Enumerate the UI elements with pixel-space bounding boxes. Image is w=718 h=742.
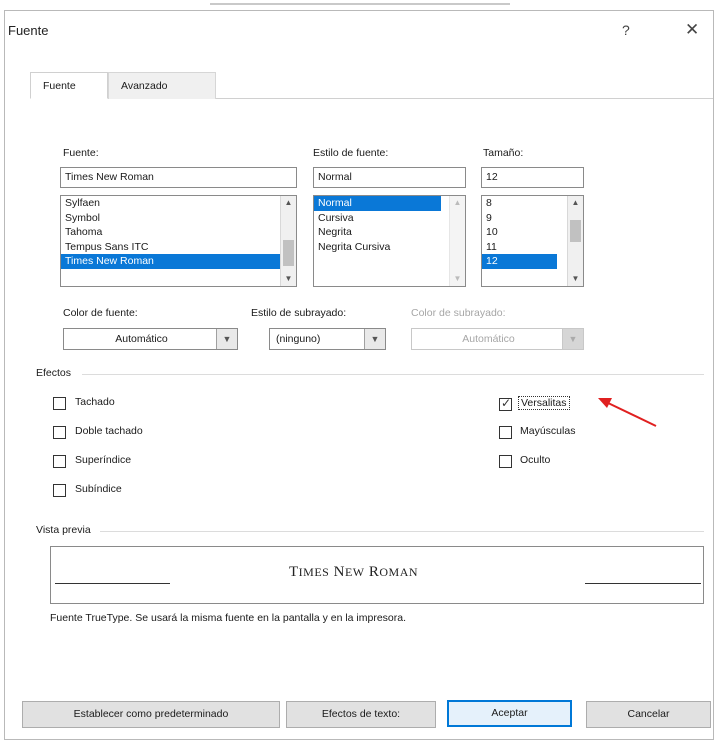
- list-item[interactable]: Negrita Cursiva: [314, 240, 465, 255]
- size-list-scrollbar[interactable]: ▲ ▼: [567, 196, 583, 286]
- size-input[interactable]: 12: [481, 167, 584, 188]
- ok-button[interactable]: Aceptar: [447, 700, 572, 727]
- checkmark-icon: ✓: [501, 396, 512, 410]
- set-default-button[interactable]: Establecer como predeterminado: [22, 701, 280, 728]
- top-strip-bar: [210, 3, 510, 5]
- chevron-down-icon[interactable]: ▼: [450, 272, 465, 286]
- font-color-label: Color de fuente:: [63, 307, 138, 319]
- all-caps-label[interactable]: Mayúsculas: [520, 425, 575, 437]
- help-button[interactable]: ?: [622, 22, 630, 38]
- font-input[interactable]: Times New Roman: [60, 167, 297, 188]
- tab-avanzado[interactable]: Avanzado: [108, 72, 216, 99]
- list-item-selected[interactable]: 12: [482, 254, 557, 269]
- preview-left-line: [55, 583, 170, 584]
- double-strikethrough-label[interactable]: Doble tachado: [75, 425, 143, 437]
- underline-color-dropdown: Automático ▼: [411, 328, 584, 350]
- size-list[interactable]: 8 9 10 11 12 ▲ ▼: [481, 195, 584, 287]
- style-list[interactable]: Normal Cursiva Negrita Negrita Cursiva ▲…: [313, 195, 466, 287]
- list-item[interactable]: Cursiva: [314, 211, 465, 226]
- list-item[interactable]: Sylfaen: [61, 196, 296, 211]
- list-item-selected[interactable]: Normal: [314, 196, 441, 211]
- red-arrow-icon: [598, 398, 657, 427]
- chevron-up-icon[interactable]: ▲: [281, 196, 296, 210]
- dialog-frame: [4, 10, 714, 740]
- list-item[interactable]: Negrita: [314, 225, 465, 240]
- chevron-up-icon[interactable]: ▲: [450, 196, 465, 210]
- all-caps-checkbox[interactable]: [499, 426, 512, 439]
- list-item-selected[interactable]: Times New Roman: [61, 254, 280, 269]
- preview-label: Vista previa: [36, 524, 91, 536]
- scroll-thumb[interactable]: [570, 220, 581, 242]
- subscript-label[interactable]: Subíndice: [75, 483, 122, 495]
- top-strip: [0, 0, 718, 8]
- small-caps-checkbox[interactable]: ✓: [499, 396, 512, 411]
- strikethrough-label[interactable]: Tachado: [75, 396, 115, 408]
- list-item[interactable]: Tahoma: [61, 225, 296, 240]
- style-input[interactable]: Normal: [313, 167, 466, 188]
- preview-sample-text: TIMES NEW ROMAN: [289, 564, 419, 580]
- list-item[interactable]: Symbol: [61, 211, 296, 226]
- style-list-scrollbar[interactable]: ▲ ▼: [449, 196, 465, 286]
- underline-style-value: (ninguno): [276, 333, 321, 345]
- underline-color-label: Color de subrayado:: [411, 307, 506, 319]
- scroll-thumb[interactable]: [283, 240, 294, 266]
- subscript-checkbox[interactable]: [53, 484, 66, 497]
- font-color-value: Automático: [115, 333, 168, 345]
- hidden-label[interactable]: Oculto: [520, 454, 550, 466]
- dropdown-arrow-icon[interactable]: ▼: [216, 329, 237, 349]
- dialog-title: Fuente: [8, 23, 49, 38]
- size-label: Tamaño:: [483, 147, 524, 159]
- small-caps-label[interactable]: Versalitas: [518, 396, 570, 410]
- font-list-scrollbar[interactable]: ▲ ▼: [280, 196, 296, 286]
- effects-label: Efectos: [36, 367, 72, 379]
- list-item[interactable]: Tempus Sans ITC: [61, 240, 296, 255]
- font-list[interactable]: Sylfaen Symbol Tahoma Tempus Sans ITC Ti…: [60, 195, 297, 287]
- underline-color-value: Automático: [462, 333, 515, 345]
- double-strikethrough-checkbox[interactable]: [53, 426, 66, 439]
- preview-box: TIMES NEW ROMAN: [50, 546, 704, 604]
- cancel-button[interactable]: Cancelar: [586, 701, 711, 728]
- superscript-checkbox[interactable]: [53, 455, 66, 468]
- dropdown-arrow-icon: ▼: [562, 329, 583, 349]
- chevron-down-icon[interactable]: ▼: [281, 272, 296, 286]
- preview-right-line: [585, 583, 701, 584]
- style-label: Estilo de fuente:: [313, 147, 389, 159]
- hidden-checkbox[interactable]: [499, 455, 512, 468]
- close-button[interactable]: ✕: [685, 20, 699, 40]
- underline-style-label: Estilo de subrayado:: [251, 307, 347, 319]
- superscript-label[interactable]: Superíndice: [75, 454, 131, 466]
- tab-fuente[interactable]: Fuente: [30, 72, 108, 99]
- effects-divider: [82, 374, 704, 375]
- preview-note: Fuente TrueType. Se usará la misma fuent…: [50, 612, 407, 624]
- text-effects-button[interactable]: Efectos de texto:: [286, 701, 436, 728]
- preview-divider: [100, 531, 704, 532]
- dropdown-arrow-icon[interactable]: ▼: [364, 329, 385, 349]
- strikethrough-checkbox[interactable]: [53, 397, 66, 410]
- font-label: Fuente:: [63, 147, 99, 159]
- chevron-up-icon[interactable]: ▲: [568, 196, 583, 210]
- chevron-down-icon[interactable]: ▼: [568, 272, 583, 286]
- underline-style-dropdown[interactable]: (ninguno) ▼: [269, 328, 386, 350]
- font-color-dropdown[interactable]: Automático ▼: [63, 328, 238, 350]
